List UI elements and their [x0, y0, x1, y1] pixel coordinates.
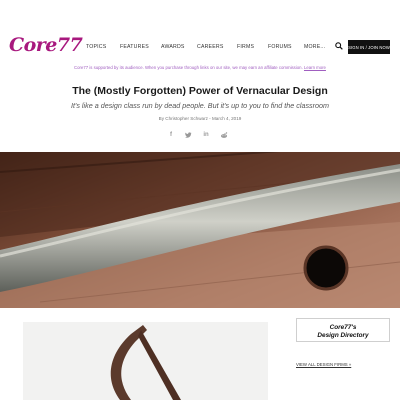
- facebook-icon[interactable]: f: [166, 130, 176, 140]
- wood-and-iron-bar-photo: [0, 152, 400, 308]
- linkedin-icon[interactable]: in: [201, 130, 211, 140]
- directory-title-line1: Core77's: [329, 324, 357, 331]
- twitter-icon[interactable]: [183, 130, 193, 140]
- linkedin-glyph: in: [203, 132, 209, 138]
- sign-in-join-button[interactable]: SIGN IN / JOIN NOW: [348, 40, 390, 54]
- view-all-design-firms-link[interactable]: VIEW ALL DESIGN FIRMS »: [296, 362, 351, 367]
- nav-item-more[interactable]: MORE...: [304, 44, 325, 50]
- hero-image: [0, 152, 400, 308]
- nav-item-features[interactable]: FEATURES: [120, 44, 149, 50]
- top-navigation: Core77 TOPICS FEATURES AWARDS CAREERS FI…: [0, 0, 400, 60]
- core77-logo[interactable]: Core77: [9, 34, 83, 56]
- nav-item-careers[interactable]: CAREERS: [197, 44, 223, 50]
- article-byline: By Christopher Schwarz - March 4, 2019: [158, 116, 242, 121]
- secondary-image: [23, 322, 268, 400]
- nav-item-topics[interactable]: TOPICS: [86, 44, 106, 50]
- directory-title-line2: Design Directory: [317, 331, 369, 339]
- nav-item-forums[interactable]: FORUMS: [268, 44, 292, 50]
- affiliate-text: Core77 is supported by its audience. Whe…: [74, 65, 303, 70]
- nav-item-awards[interactable]: AWARDS: [161, 44, 185, 50]
- twitter-bird-shape: [184, 132, 191, 138]
- reddit-icon[interactable]: [219, 130, 229, 140]
- design-directory-box[interactable]: Core77's Design Directory: [296, 318, 390, 342]
- learn-more-link[interactable]: Learn more: [304, 65, 326, 70]
- affiliate-notice: Core77 is supported by its audience. Whe…: [0, 65, 400, 70]
- reddit-alien-shape: [221, 132, 228, 138]
- article-title: The (Mostly Forgotten) Power of Vernacul…: [72, 85, 328, 97]
- facebook-glyph: f: [170, 132, 172, 138]
- search-icon[interactable]: [335, 42, 343, 50]
- iron-tool-photo: [23, 322, 268, 400]
- nav-item-firms[interactable]: FIRMS: [237, 44, 254, 50]
- article-subtitle: It's like a design class run by dead peo…: [70, 101, 330, 110]
